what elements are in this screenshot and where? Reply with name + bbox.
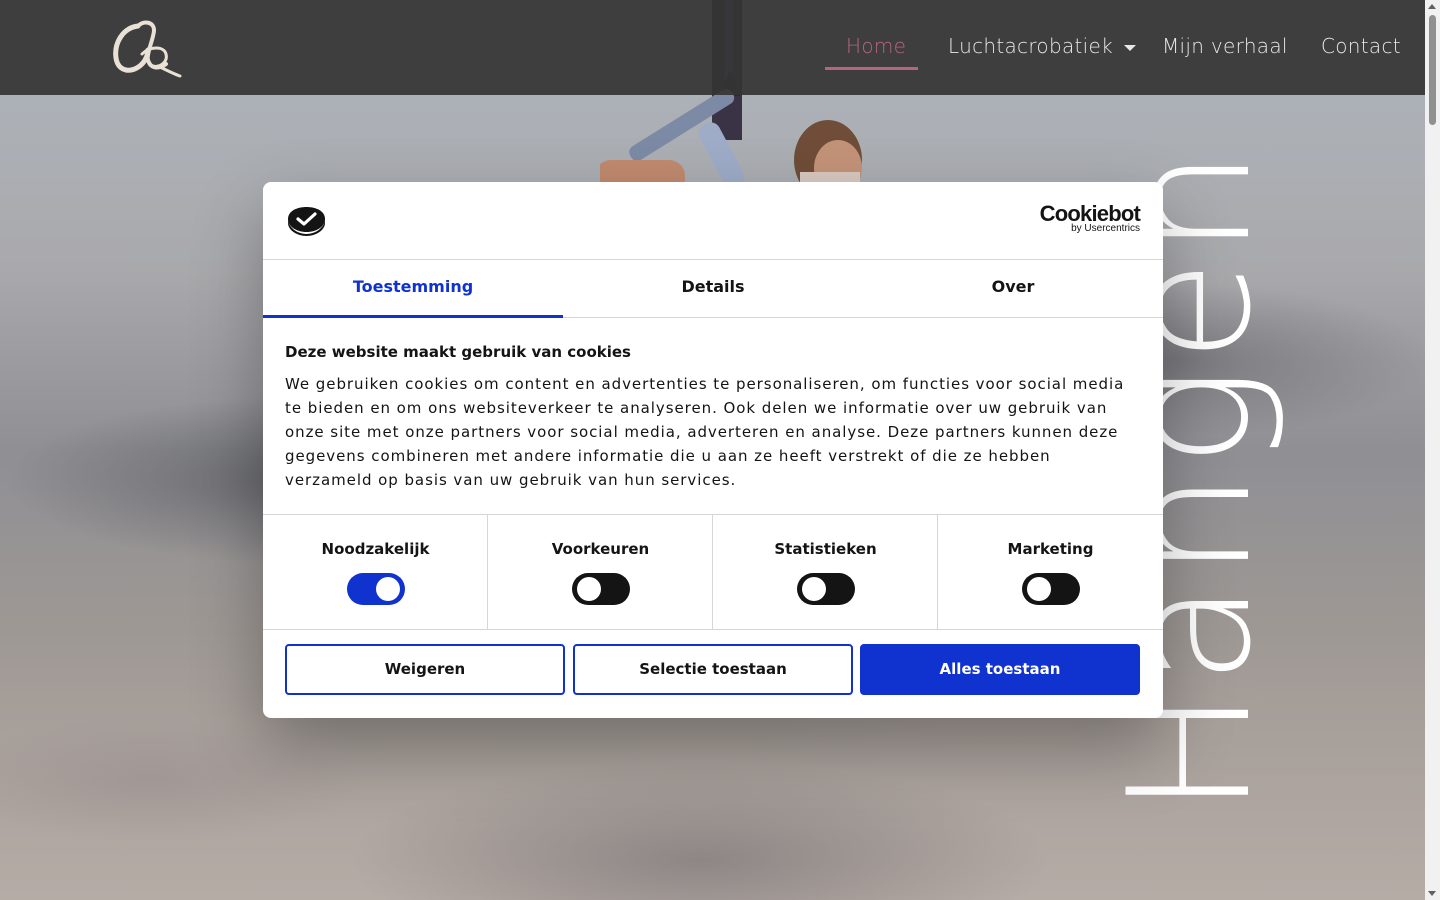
toggle-knob [375,577,400,601]
category-label: Voorkeuren [551,540,650,558]
toggle-knob [1026,577,1051,601]
allow-all-button[interactable]: Alles toestaan [860,644,1140,695]
category-noodzakelijk: Noodzakelijk [263,515,488,629]
statistieken-toggle[interactable] [796,573,855,605]
tab-over[interactable]: Over [863,260,1163,317]
consent-categories: Noodzakelijk Voorkeuren Statistieken Mar… [263,514,1163,630]
allow-selection-button[interactable]: Selectie toestaan [573,644,853,695]
scroll-up-arrow-icon[interactable] [1428,4,1436,9]
dialog-header: Cookiebot by Usercentrics [263,182,1163,260]
page-scrollbar[interactable] [1425,0,1440,900]
noodzakelijk-toggle[interactable] [346,573,405,605]
cookiebot-brand-logo[interactable]: Cookiebot by Usercentrics [1040,202,1141,234]
marketing-toggle[interactable] [1021,573,1080,605]
category-voorkeuren: Voorkeuren [487,515,713,629]
toggle-knob [576,577,601,601]
active-tab-indicator [263,315,563,318]
category-label: Statistieken [774,540,877,558]
dialog-tabs: Toestemming Details Over [263,260,1163,318]
tab-details[interactable]: Details [563,260,863,317]
cookie-check-logo-icon [288,207,325,236]
deny-button[interactable]: Weigeren [285,644,565,695]
tab-toestemming[interactable]: Toestemming [263,260,563,317]
scrollbar-thumb[interactable] [1429,15,1436,125]
dialog-title: Deze website maakt gebruik van cookies [285,343,631,361]
category-label: Marketing [1007,540,1094,558]
cookie-consent-dialog: Cookiebot by Usercentrics Toestemming De… [263,182,1163,718]
toggle-knob [801,577,826,601]
dialog-body-text: We gebruiken cookies om content en adver… [285,375,1125,489]
scroll-down-arrow-icon[interactable] [1428,891,1436,896]
voorkeuren-toggle[interactable] [571,573,630,605]
category-statistieken: Statistieken [712,515,938,629]
category-marketing: Marketing [937,515,1163,629]
category-label: Noodzakelijk [321,540,430,558]
